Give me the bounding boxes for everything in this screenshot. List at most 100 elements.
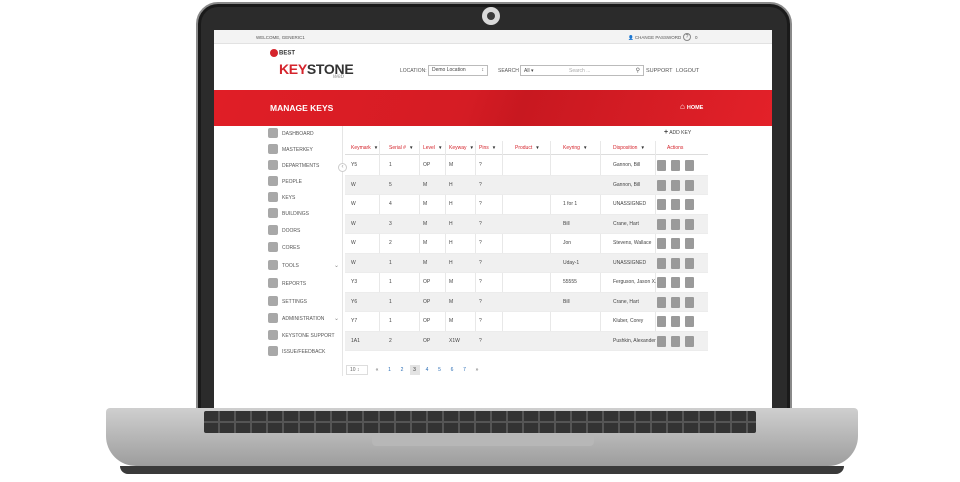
page-3-button[interactable]: 3	[409, 365, 420, 375]
delete-icon[interactable]	[671, 199, 680, 210]
edit-icon[interactable]	[657, 238, 666, 249]
sidebar-item-departments[interactable]: DEPARTMENTS	[264, 160, 342, 172]
clipboard-icon[interactable]	[685, 257, 694, 269]
table-row[interactable]: Y3 1 OP M? 55555 Ferguson, Jason X.	[345, 273, 708, 293]
column-header-keyway[interactable]: Keyway ▼	[449, 145, 474, 151]
column-header-label: Pins	[479, 145, 489, 151]
search-scope-select[interactable]: All ▾	[524, 68, 533, 74]
column-header-level[interactable]: Level ▼	[423, 145, 442, 151]
edit-icon[interactable]	[657, 316, 666, 327]
table-row[interactable]: Y5 1 OP M? Gannon, Bill	[345, 156, 708, 176]
table-cell: Y7	[351, 318, 358, 324]
sidebar-item-buildings[interactable]: BUILDINGS	[264, 208, 342, 220]
clipboard-icon[interactable]	[685, 296, 694, 308]
delete-icon[interactable]	[671, 316, 680, 327]
edit-icon[interactable]	[657, 277, 666, 288]
clipboard-icon[interactable]	[685, 218, 694, 230]
clipboard-icon[interactable]	[685, 316, 694, 327]
page-6-button[interactable]: 6	[447, 365, 457, 375]
edit-icon[interactable]	[657, 257, 666, 269]
next-page-button[interactable]: »	[472, 365, 482, 375]
delete-icon[interactable]	[671, 160, 680, 171]
page-2-button[interactable]: 2	[397, 365, 407, 375]
sidebar-item-issue-feedback[interactable]: ISSUE/FEEDBACK	[264, 346, 342, 358]
sidebar-item-keys[interactable]: KEYS	[264, 192, 342, 204]
sidebar-item-reports[interactable]: REPORTS	[264, 278, 342, 290]
sidebar-item-label: ADMINISTRATION	[282, 316, 325, 322]
add-key-button[interactable]: + ADD KEY	[664, 129, 691, 136]
page-5-button[interactable]: 5	[435, 365, 445, 375]
sort-icon: ▼	[437, 145, 443, 150]
chevron-down-icon: ⌄	[334, 316, 340, 322]
keys-icon	[268, 192, 278, 202]
delete-icon[interactable]	[671, 218, 680, 230]
page-1-button[interactable]: 1	[385, 365, 395, 375]
delete-icon[interactable]	[671, 335, 680, 347]
table-cell: H	[449, 240, 453, 246]
table-row[interactable]: W 1 M H? Uday-1 UNASSIGNED	[345, 253, 708, 273]
table-cell: Bill	[563, 220, 570, 227]
sidebar-item-people[interactable]: PEOPLE	[264, 176, 342, 188]
edit-icon[interactable]	[657, 199, 666, 210]
column-header-label: Level	[423, 145, 435, 151]
sidebar-item-settings[interactable]: SETTINGS	[264, 296, 342, 308]
edit-icon[interactable]	[657, 335, 666, 347]
sidebar-item-doors[interactable]: DOORS	[264, 225, 342, 237]
prev-page-button[interactable]: «	[372, 365, 382, 375]
sidebar-item-tools[interactable]: TOOLS ⌄	[264, 260, 342, 272]
sort-icon: ▼	[640, 145, 645, 150]
delete-icon[interactable]	[671, 238, 680, 249]
search-field[interactable]: All ▾ Search ... ⚲	[520, 65, 644, 76]
edit-icon[interactable]	[657, 296, 666, 308]
logout-link[interactable]: LOGOUT	[676, 68, 699, 74]
table-row[interactable]: W 5 M H? Gannon, Bill	[345, 175, 708, 195]
tools-icon	[268, 260, 278, 270]
clipboard-icon[interactable]	[685, 335, 694, 347]
home-link[interactable]: ⌂ HOME	[680, 102, 703, 111]
table-row[interactable]: W 2 M H? Jon Stevens, Wallace	[345, 234, 708, 254]
clipboard-icon[interactable]	[685, 199, 694, 210]
edit-icon[interactable]	[657, 179, 666, 191]
search-input[interactable]: Search ...	[569, 68, 590, 74]
settings-icon	[268, 296, 278, 306]
column-header-serial-[interactable]: Serial # ▼	[389, 145, 413, 151]
table-cell: W	[351, 220, 356, 227]
search-icon[interactable]: ⚲	[636, 67, 640, 74]
column-header-keymark[interactable]: Keymark ▼	[351, 145, 378, 151]
table-cell: M	[423, 201, 428, 207]
sidebar-item-cores[interactable]: CORES	[264, 242, 342, 254]
help-icon[interactable]: ?	[683, 33, 691, 41]
table-row[interactable]: W 4 M H? 1 for 1 UNASSIGNED	[345, 195, 708, 215]
sidebar-item-dashboard[interactable]: DASHBOARD	[264, 128, 342, 140]
table-row[interactable]: 1A1 2 OP X1W? Pushkin, Alexander	[345, 331, 708, 351]
column-header-keyring[interactable]: Keyring ▼	[563, 145, 587, 151]
column-header-actions[interactable]: Actions	[667, 145, 683, 151]
edit-icon[interactable]	[657, 218, 666, 230]
delete-icon[interactable]	[671, 296, 680, 308]
column-header-product[interactable]: Product ▼	[515, 145, 540, 151]
clipboard-icon[interactable]	[685, 179, 694, 191]
delete-icon[interactable]	[671, 179, 680, 191]
sidebar-item-keystone-support[interactable]: KEYSTONE SUPPORT	[264, 330, 342, 342]
clipboard-icon[interactable]	[685, 277, 694, 288]
delete-icon[interactable]	[671, 257, 680, 269]
table-row[interactable]: Y7 1 OP M? Kluber, Corey	[345, 312, 708, 332]
sidebar-item-administration[interactable]: ADMINISTRATION ⌄	[264, 313, 342, 325]
laptop-mockup: WELCOME, GENERIC1 👤 CHANGE PASSWORD ? 0 …	[0, 0, 960, 482]
page-size-select[interactable]: 10 ↕	[346, 365, 368, 375]
page-7-button[interactable]: 7	[460, 365, 470, 375]
column-header-pins[interactable]: Pins ▼	[479, 145, 496, 151]
location-select[interactable]: Demo Location ↕	[428, 65, 488, 76]
table-cell: Kluber, Corey	[613, 318, 644, 324]
clipboard-icon[interactable]	[685, 160, 694, 171]
column-header-disposition[interactable]: Disposition ▼	[613, 145, 645, 151]
support-link[interactable]: SUPPORT	[646, 68, 673, 74]
clipboard-icon[interactable]	[685, 238, 694, 249]
edit-icon[interactable]	[657, 160, 666, 171]
change-password-link[interactable]: 👤 CHANGE PASSWORD	[628, 35, 681, 41]
table-row[interactable]: Y6 1 OP M? Bill Crane, Hart	[345, 292, 708, 312]
table-row[interactable]: W 3 M H? Bill Crane, Hart	[345, 214, 708, 234]
delete-icon[interactable]	[671, 277, 680, 288]
page-4-button[interactable]: 4	[422, 365, 432, 375]
sidebar-item-masterkey[interactable]: MASTERKEY	[264, 144, 342, 156]
